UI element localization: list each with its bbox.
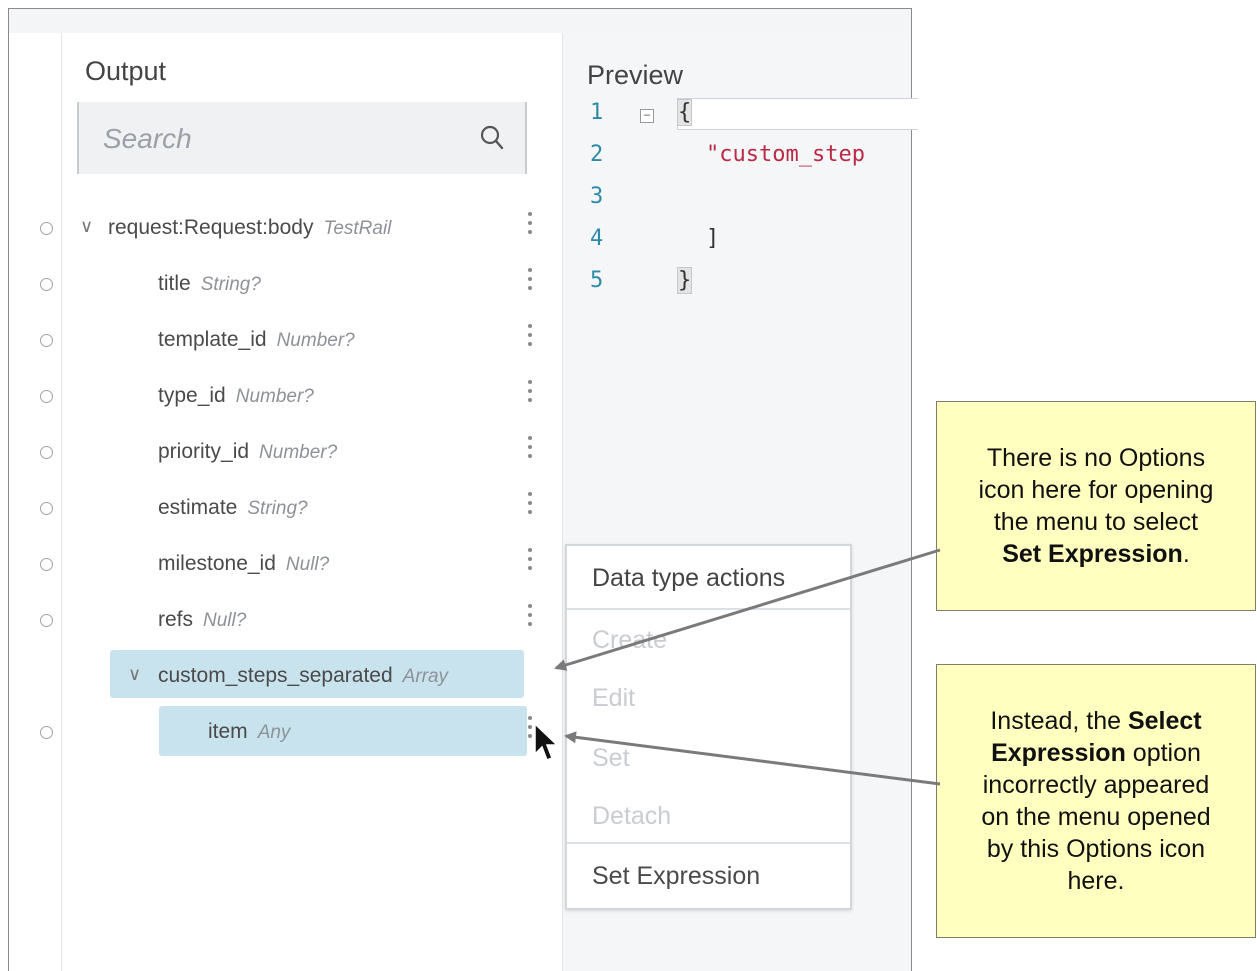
arrow-to-array-row <box>554 548 941 671</box>
annotation-arrows <box>554 548 941 786</box>
arrow-to-options-icon <box>564 731 941 786</box>
